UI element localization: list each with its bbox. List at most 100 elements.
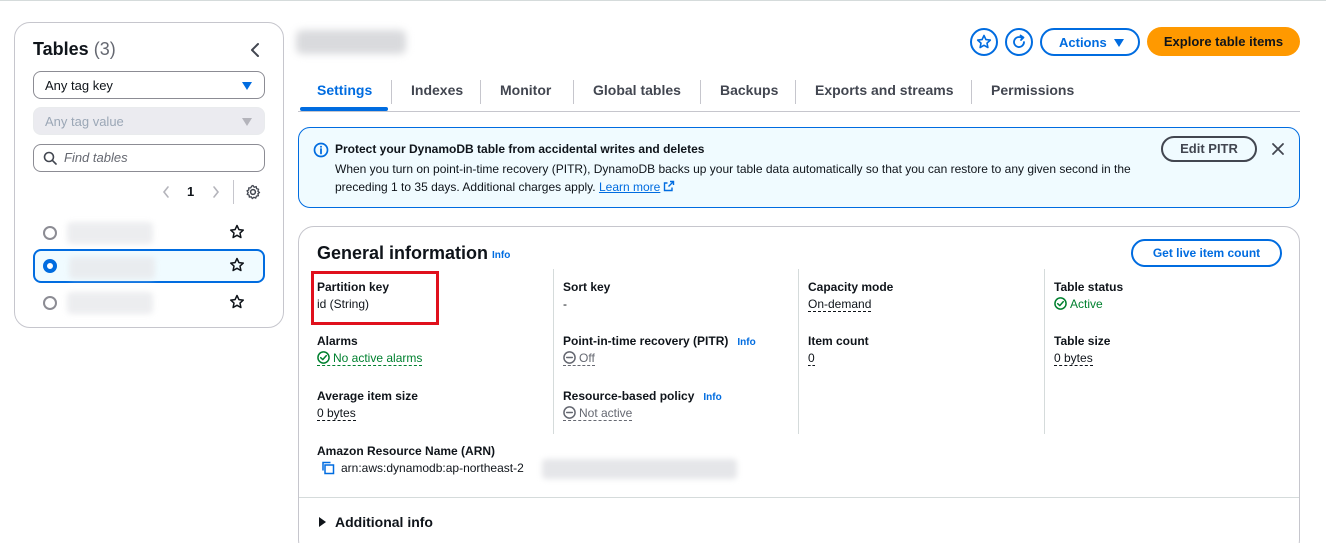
caret-down-icon xyxy=(242,118,252,126)
table-status-value-text: Active xyxy=(1070,297,1103,311)
tab-permissions[interactable]: Permissions xyxy=(991,82,1074,98)
average-item-size-field: Average item size 0 bytes xyxy=(317,389,418,421)
active-tab-indicator xyxy=(300,107,388,111)
alert-body-text: When you turn on point-in-time recovery … xyxy=(335,162,1131,194)
tab-divider xyxy=(700,80,701,104)
additional-info-label: Additional info xyxy=(335,514,433,530)
table-size-label: Table size xyxy=(1054,334,1111,348)
alert-title: Protect your DynamoDB table from acciden… xyxy=(335,142,705,156)
redacted-table-name xyxy=(67,222,153,244)
pagination: 1 xyxy=(155,180,265,204)
refresh-button[interactable] xyxy=(1005,28,1033,56)
alarms-value-text: No active alarms xyxy=(333,351,423,365)
tab-divider xyxy=(971,80,972,104)
tab-divider xyxy=(480,80,481,104)
alarms-field: Alarms No active alarms xyxy=(317,334,423,366)
tab-exports-and-streams[interactable]: Exports and streams xyxy=(815,82,954,98)
tab-indexes[interactable]: Indexes xyxy=(411,82,463,98)
alarms-value[interactable]: No active alarms xyxy=(317,351,423,366)
table-status-value: Active xyxy=(1054,297,1103,311)
pager-divider xyxy=(233,180,234,204)
radio-button[interactable] xyxy=(43,296,57,310)
tag-value-select: Any tag value xyxy=(33,107,265,135)
chevron-right-icon[interactable] xyxy=(211,184,221,200)
redacted-table-name xyxy=(69,257,155,279)
column-divider xyxy=(1044,269,1045,434)
external-link-icon xyxy=(664,180,675,192)
tag-key-select[interactable]: Any tag key xyxy=(33,71,265,99)
close-icon[interactable] xyxy=(1271,142,1285,156)
section-divider xyxy=(299,497,1299,498)
find-tables-input[interactable]: Find tables xyxy=(33,144,265,172)
chevron-left-icon[interactable] xyxy=(161,184,171,200)
collapse-sidebar-icon[interactable] xyxy=(247,41,263,59)
table-size-value[interactable]: 0 bytes xyxy=(1054,351,1093,366)
average-item-size-label: Average item size xyxy=(317,389,418,403)
tab-divider xyxy=(795,80,796,104)
average-item-size-value[interactable]: 0 bytes xyxy=(317,406,356,421)
pitr-label: Point-in-time recovery (PITR) xyxy=(563,334,729,348)
alarms-label: Alarms xyxy=(317,334,358,348)
redacted-arn-suffix xyxy=(542,459,737,479)
info-link[interactable]: Info xyxy=(737,337,755,348)
table-status-label: Table status xyxy=(1054,280,1124,294)
tables-count: (3) xyxy=(93,39,116,59)
resource-policy-label: Resource-based policy xyxy=(563,389,695,403)
learn-more-link[interactable]: Learn more xyxy=(599,180,660,194)
pitr-value[interactable]: Off xyxy=(563,351,595,366)
star-icon[interactable] xyxy=(229,224,245,240)
tab-divider xyxy=(573,80,574,104)
item-count-value[interactable]: 0 xyxy=(808,351,815,366)
radio-button[interactable] xyxy=(43,226,57,240)
sort-key-label: Sort key xyxy=(563,280,611,294)
edit-pitr-button[interactable]: Edit PITR xyxy=(1161,136,1257,162)
column-divider xyxy=(798,269,799,434)
capacity-mode-label: Capacity mode xyxy=(808,280,894,294)
resource-policy-value[interactable]: Not active xyxy=(563,406,633,421)
tab-global-tables[interactable]: Global tables xyxy=(593,82,681,98)
info-link[interactable]: Info xyxy=(703,392,721,403)
capacity-mode-field: Capacity mode On-demand xyxy=(808,280,893,312)
resource-policy-value-text: Not active xyxy=(579,406,633,420)
additional-info-expander[interactable]: Additional info xyxy=(319,514,433,530)
sidebar-title-text: Tables xyxy=(33,39,89,59)
table-row[interactable] xyxy=(33,286,265,320)
tab-divider xyxy=(391,80,392,104)
sidebar-title: Tables (3) xyxy=(33,39,116,60)
arn-field: Amazon Resource Name (ARN) xyxy=(317,444,495,458)
capacity-mode-value[interactable]: On-demand xyxy=(808,297,872,312)
search-icon xyxy=(43,151,57,165)
stopped-icon xyxy=(563,351,576,364)
gear-icon[interactable] xyxy=(245,184,261,200)
check-circle-icon xyxy=(317,351,330,364)
tag-key-select-label: Any tag key xyxy=(45,78,113,93)
star-icon xyxy=(976,34,992,49)
info-link[interactable]: Info xyxy=(492,250,510,261)
explore-table-items-button[interactable]: Explore table items xyxy=(1147,27,1300,56)
star-icon[interactable] xyxy=(229,294,245,310)
arn-value: arn:aws:dynamodb:ap-northeast-2 xyxy=(341,461,524,475)
sort-key-field: Sort key - xyxy=(563,280,610,311)
table-row-selected[interactable] xyxy=(33,249,265,283)
favorite-button[interactable] xyxy=(970,28,998,56)
star-icon[interactable] xyxy=(229,257,245,273)
redacted-table-name xyxy=(67,292,153,314)
tab-backups[interactable]: Backups xyxy=(720,82,778,98)
copy-icon[interactable] xyxy=(321,461,335,475)
alert-body: When you turn on point-in-time recovery … xyxy=(335,160,1135,196)
get-live-item-count-button[interactable]: Get live item count xyxy=(1131,239,1282,267)
sort-key-value: - xyxy=(563,297,567,311)
table-row[interactable] xyxy=(33,216,265,250)
current-page[interactable]: 1 xyxy=(187,184,194,199)
tab-monitor[interactable]: Monitor xyxy=(500,82,551,98)
redacted-table-title xyxy=(296,30,406,54)
pitr-field: Point-in-time recovery (PITR) Info Off xyxy=(563,334,756,366)
column-divider xyxy=(553,269,554,434)
find-tables-placeholder: Find tables xyxy=(64,150,128,165)
actions-dropdown-button[interactable]: Actions xyxy=(1040,28,1140,56)
radio-button-selected[interactable] xyxy=(43,259,57,273)
item-count-field: Item count 0 xyxy=(808,334,869,366)
tab-settings[interactable]: Settings xyxy=(317,82,372,98)
check-circle-icon xyxy=(1054,297,1067,310)
top-border xyxy=(0,0,1326,1)
